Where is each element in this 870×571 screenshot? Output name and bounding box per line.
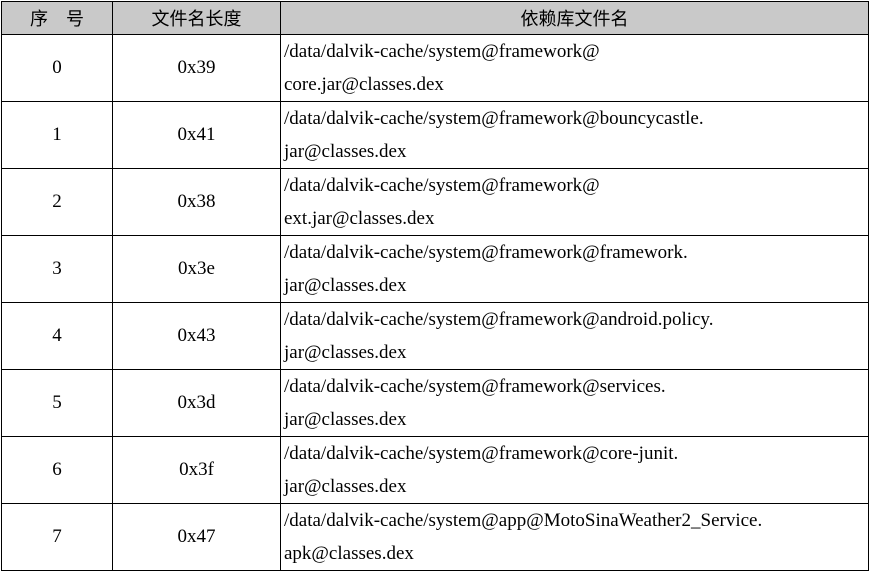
header-filename-length: 文件名长度	[112, 1, 281, 35]
row-length: 0x47	[112, 503, 281, 571]
path-line-1: /data/dalvik-cache/system@framework@andr…	[284, 309, 714, 330]
header-row: 序 号 文件名长度 依赖库文件名	[1, 1, 869, 35]
header-library-filename: 依赖库文件名	[280, 1, 869, 35]
row-index: 0	[1, 34, 113, 102]
row-length: 0x38	[112, 168, 281, 236]
row-path: /data/dalvik-cache/system@framework@ cor…	[280, 34, 869, 102]
row-path: /data/dalvik-cache/system@app@MotoSinaWe…	[280, 503, 869, 571]
path-line-2: jar@classes.dex	[284, 141, 407, 162]
table-header: 序 号 文件名长度 依赖库文件名	[1, 1, 869, 35]
row-length: 0x3d	[112, 369, 281, 437]
path-line-1: /data/dalvik-cache/system@framework@boun…	[284, 108, 704, 129]
path-line-1: /data/dalvik-cache/system@framework@core…	[284, 443, 679, 464]
table-row: 7 0x47 /data/dalvik-cache/system@app@Mot…	[1, 503, 869, 571]
path-line-1: /data/dalvik-cache/system@framework@	[284, 41, 600, 62]
table-row: 5 0x3d /data/dalvik-cache/system@framewo…	[1, 369, 869, 437]
table-row: 1 0x41 /data/dalvik-cache/system@framewo…	[1, 101, 869, 169]
row-length: 0x39	[112, 34, 281, 102]
row-path: /data/dalvik-cache/system@framework@boun…	[280, 101, 869, 169]
row-index: 5	[1, 369, 113, 437]
table-row: 2 0x38 /data/dalvik-cache/system@framewo…	[1, 168, 869, 236]
path-line-2: jar@classes.dex	[284, 342, 407, 363]
table-body: 0 0x39 /data/dalvik-cache/system@framewo…	[1, 34, 869, 571]
row-index: 4	[1, 302, 113, 370]
path-line-2: jar@classes.dex	[284, 476, 407, 497]
row-index: 2	[1, 168, 113, 236]
table-row: 0 0x39 /data/dalvik-cache/system@framewo…	[1, 34, 869, 102]
path-line-2: apk@classes.dex	[284, 543, 414, 564]
path-line-1: /data/dalvik-cache/system@framework@fram…	[284, 242, 688, 263]
path-line-2: jar@classes.dex	[284, 275, 407, 296]
row-path: /data/dalvik-cache/system@framework@fram…	[280, 235, 869, 303]
table-row: 3 0x3e /data/dalvik-cache/system@framewo…	[1, 235, 869, 303]
dependency-library-table: 序 号 文件名长度 依赖库文件名 0 0x39 /data/dalvik-cac…	[1, 1, 869, 571]
row-index: 6	[1, 436, 113, 504]
path-line-2: ext.jar@classes.dex	[284, 208, 435, 229]
path-line-1: /data/dalvik-cache/system@app@MotoSinaWe…	[284, 510, 763, 531]
path-line-2: jar@classes.dex	[284, 409, 407, 430]
row-index: 7	[1, 503, 113, 571]
table-row: 6 0x3f /data/dalvik-cache/system@framewo…	[1, 436, 869, 504]
row-length: 0x43	[112, 302, 281, 370]
row-length: 0x3f	[112, 436, 281, 504]
path-line-2: core.jar@classes.dex	[284, 74, 444, 95]
row-path: /data/dalvik-cache/system@framework@andr…	[280, 302, 869, 370]
path-line-1: /data/dalvik-cache/system@framework@	[284, 175, 600, 196]
row-length: 0x3e	[112, 235, 281, 303]
row-path: /data/dalvik-cache/system@framework@ ext…	[280, 168, 869, 236]
row-index: 1	[1, 101, 113, 169]
path-line-1: /data/dalvik-cache/system@framework@serv…	[284, 376, 666, 397]
table-row: 4 0x43 /data/dalvik-cache/system@framewo…	[1, 302, 869, 370]
header-index: 序 号	[1, 1, 113, 35]
row-path: /data/dalvik-cache/system@framework@serv…	[280, 369, 869, 437]
row-path: /data/dalvik-cache/system@framework@core…	[280, 436, 869, 504]
row-length: 0x41	[112, 101, 281, 169]
row-index: 3	[1, 235, 113, 303]
